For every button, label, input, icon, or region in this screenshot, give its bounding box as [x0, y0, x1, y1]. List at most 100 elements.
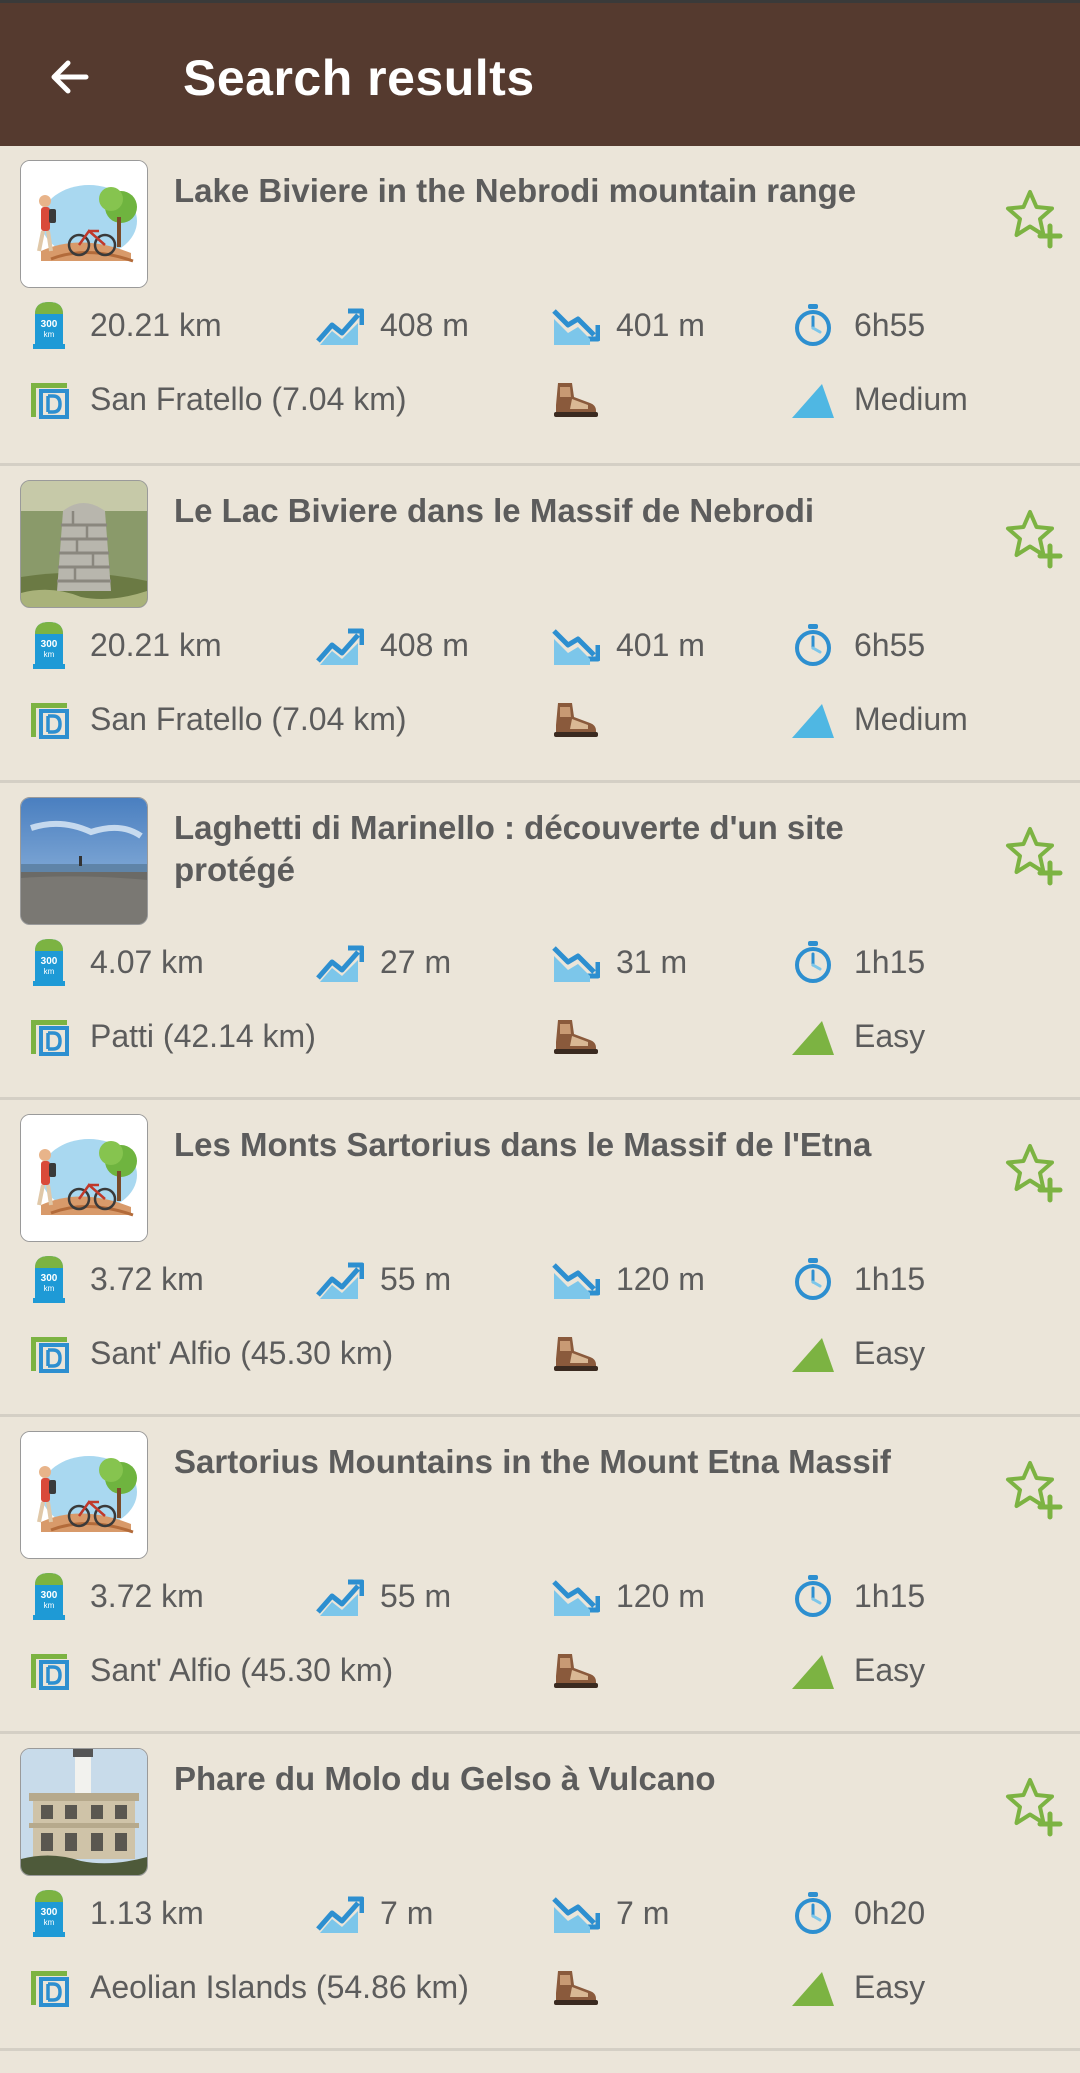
ascent-value: 27 m [380, 943, 452, 980]
practice-stat [548, 1009, 616, 1063]
difficulty-mountain-icon [792, 1338, 834, 1372]
result-title: Sartorius Mountains in the Mount Etna Ma… [174, 1443, 891, 1480]
result-card[interactable]: Les Monts Sartorius dans le Massif de l'… [0, 1100, 1080, 1417]
hiking-boot-icon [554, 1337, 598, 1371]
ascent-icon [316, 1262, 364, 1299]
descent-icon [552, 1263, 600, 1299]
result-thumbnail [20, 797, 148, 925]
descent-value: 7 m [616, 1894, 670, 1931]
duration-value: 1h15 [854, 943, 926, 980]
hiking-boot-icon [554, 1971, 598, 2005]
result-card[interactable]: Lake Biviere in the Nebrodi mountain ran… [0, 146, 1080, 466]
duration-stat: 1h15 [786, 1252, 925, 1306]
descent-stat: 120 m [548, 1569, 705, 1623]
back-button[interactable] [40, 49, 100, 105]
result-thumbnail [20, 160, 148, 288]
difficulty-value: Medium [854, 380, 968, 417]
departure-icon [31, 703, 69, 739]
result-thumbnail [20, 1431, 148, 1559]
hiking-boot-icon [554, 703, 598, 737]
difficulty-stat: Easy [786, 1009, 925, 1063]
star-plus-icon [1006, 190, 1063, 249]
descent-value: 401 m [616, 306, 705, 343]
star-plus-icon [1006, 1778, 1063, 1837]
difficulty-value: Easy [854, 1017, 926, 1054]
star-plus-icon [1006, 827, 1063, 886]
descent-icon [552, 946, 600, 982]
descent-icon [552, 1580, 600, 1616]
favorite-button[interactable] [1000, 1457, 1064, 1521]
start-stat: Aeolian Islands (54.86 km) [22, 1960, 469, 2014]
favorite-button[interactable] [1000, 1774, 1064, 1838]
result-thumbnail [20, 480, 148, 608]
favorite-button[interactable] [1000, 186, 1064, 250]
ascent-icon [316, 308, 364, 345]
result-title: Laghetti di Marinello : découverte d'un … [174, 809, 844, 888]
result-card[interactable]: Le Lac Biviere dans le Massif de Nebrodi… [0, 466, 1080, 783]
departure-icon [31, 383, 69, 419]
result-card[interactable]: Sartorius Mountains in the Mount Etna Ma… [0, 1417, 1080, 1734]
descent-value: 120 m [616, 1577, 705, 1614]
distance-marker-icon: 300 km [33, 302, 65, 349]
result-card[interactable]: Phare du Molo du Gelso à Vulcano 300 km … [0, 1734, 1080, 2051]
svg-text:km: km [44, 330, 55, 339]
stopwatch-icon [795, 1258, 831, 1300]
difficulty-stat: Easy [786, 1326, 925, 1380]
distance-value: 1.13 km [90, 1894, 204, 1931]
difficulty-stat: Medium [786, 372, 968, 426]
duration-value: 1h15 [854, 1577, 926, 1614]
ascent-value: 408 m [380, 306, 469, 343]
duration-stat: 1h15 [786, 1569, 925, 1623]
favorite-button[interactable] [1000, 506, 1064, 570]
difficulty-stat: Easy [786, 1960, 925, 2014]
result-title: Le Lac Biviere dans le Massif de Nebrodi [174, 492, 815, 529]
distance-value: 4.07 km [90, 943, 204, 980]
ascent-stat: 408 m [312, 618, 469, 672]
distance-stat: 300 km 3.72 km [22, 1252, 204, 1306]
difficulty-value: Easy [854, 1651, 926, 1688]
hiking-boot-icon [554, 1654, 598, 1688]
ascent-stat: 7 m [312, 1886, 433, 1940]
page-title: Search results [183, 50, 535, 106]
distance-marker-icon: 300 km [33, 1890, 65, 1937]
svg-text:km: km [44, 1601, 55, 1610]
svg-text:300: 300 [41, 319, 58, 330]
distance-stat: 300 km 20.21 km [22, 618, 222, 672]
svg-text:300: 300 [41, 639, 58, 650]
descent-icon [552, 1897, 600, 1933]
favorite-button[interactable] [1000, 823, 1064, 887]
svg-text:km: km [44, 967, 55, 976]
trail-illustration [21, 1115, 147, 1241]
results-list: Lake Biviere in the Nebrodi mountain ran… [0, 146, 1080, 2051]
svg-text:300: 300 [41, 1273, 58, 1284]
duration-stat: 6h55 [786, 298, 925, 352]
start-location: Patti (42.14 km) [90, 1017, 316, 1054]
ascent-icon [316, 945, 364, 982]
ascent-icon [316, 1896, 364, 1933]
start-location: Sant' Alfio (45.30 km) [90, 1651, 394, 1688]
departure-icon [31, 1971, 69, 2007]
duration-stat: 0h20 [786, 1886, 925, 1940]
difficulty-mountain-icon [792, 704, 834, 738]
result-card[interactable]: Laghetti di Marinello : découverte d'un … [0, 783, 1080, 1100]
distance-marker-icon: 300 km [33, 622, 65, 669]
stopwatch-icon [795, 304, 831, 346]
ascent-value: 55 m [380, 1577, 452, 1614]
ascent-stat: 27 m [312, 935, 451, 989]
star-plus-icon [1006, 1144, 1063, 1203]
difficulty-mountain-icon [792, 1021, 834, 1055]
distance-stat: 300 km 1.13 km [22, 1886, 204, 1940]
difficulty-value: Easy [854, 1968, 926, 2005]
svg-text:km: km [44, 650, 55, 659]
descent-icon [552, 629, 600, 665]
difficulty-stat: Medium [786, 692, 968, 746]
ascent-value: 7 m [380, 1894, 434, 1931]
distance-stat: 300 km 20.21 km [22, 298, 222, 352]
ascent-stat: 408 m [312, 298, 469, 352]
departure-icon [31, 1020, 69, 1056]
ascent-icon [316, 628, 364, 665]
start-stat: San Fratello (7.04 km) [22, 372, 407, 426]
start-stat: Patti (42.14 km) [22, 1009, 316, 1063]
favorite-button[interactable] [1000, 1140, 1064, 1204]
descent-stat: 31 m [548, 935, 687, 989]
